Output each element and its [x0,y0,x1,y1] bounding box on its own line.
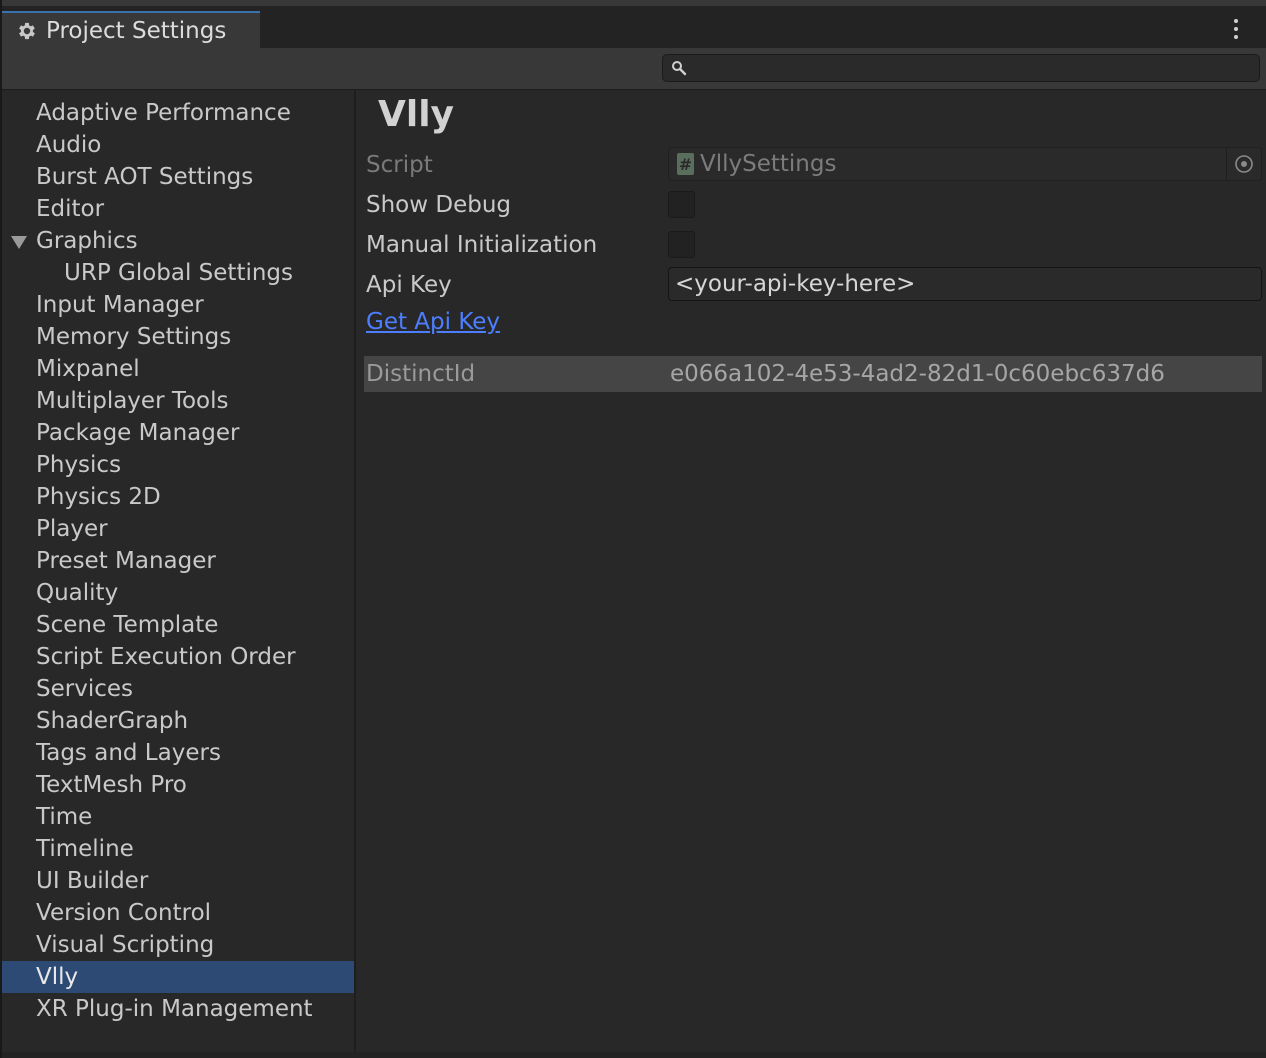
sidebar-item-multiplayer-tools[interactable]: Multiplayer Tools [2,385,354,417]
sidebar-item-label: UI Builder [36,868,149,894]
sidebar-item-urp-global-settings[interactable]: URP Global Settings [2,257,354,289]
sidebar-item-label: Mixpanel [36,356,140,382]
sidebar-item-editor[interactable]: Editor [2,193,354,225]
sidebar-item-label: Physics [36,452,122,478]
script-label: Script [366,152,433,178]
manual-initialization-row: Manual Initialization [356,227,1266,263]
sidebar-item-textmesh-pro[interactable]: TextMesh Pro [2,769,354,801]
manual-initialization-label: Manual Initialization [366,232,598,258]
sidebar-item-label: Vlly [36,964,79,990]
object-picker-icon[interactable] [1226,148,1261,180]
sidebar-item-label: Physics 2D [36,484,161,510]
sidebar-item-physics[interactable]: Physics [2,449,354,481]
window-bottom-border [2,1052,1266,1058]
settings-sidebar: Adaptive Performance Audio Burst AOT Set… [2,90,356,1052]
sidebar-item-label: URP Global Settings [64,260,294,286]
search-box[interactable] [662,54,1260,82]
distinct-id-row: DistinctId e066a102-4e53-4ad2-82d1-0c60e… [364,356,1262,392]
script-object-field[interactable]: # VllySettings [668,147,1262,181]
show-debug-checkbox[interactable] [668,191,695,218]
tab-bar: Project Settings [2,6,1266,49]
script-row: Script # VllySettings [356,147,1266,183]
settings-nav-list: Adaptive Performance Audio Burst AOT Set… [2,97,354,1025]
get-api-key-link[interactable]: Get Api Key [366,304,500,340]
api-key-row: Api Key [356,267,1266,303]
api-key-input[interactable] [668,267,1262,301]
sidebar-item-ui-builder[interactable]: UI Builder [2,865,354,897]
foldout-arrow-icon[interactable] [11,236,27,249]
sidebar-item-version-control[interactable]: Version Control [2,897,354,929]
sidebar-item-label: TextMesh Pro [36,772,187,798]
sidebar-item-label: Graphics [36,228,138,254]
more-options-icon[interactable] [1226,14,1246,44]
sidebar-item-tags-and-layers[interactable]: Tags and Layers [2,737,354,769]
sidebar-item-label: Services [36,676,133,702]
manual-initialization-checkbox[interactable] [668,231,695,258]
sidebar-item-quality[interactable]: Quality [2,577,354,609]
sidebar-item-time[interactable]: Time [2,801,354,833]
sidebar-item-physics-2d[interactable]: Physics 2D [2,481,354,513]
sidebar-item-label: Audio [36,132,102,158]
sidebar-item-adaptive-performance[interactable]: Adaptive Performance [2,97,354,129]
sidebar-item-label: Memory Settings [36,324,232,350]
sidebar-item-timeline[interactable]: Timeline [2,833,354,865]
sidebar-item-xr-plug-in-management[interactable]: XR Plug-in Management [2,993,354,1025]
sidebar-item-label: Adaptive Performance [36,100,291,126]
sidebar-item-script-execution-order[interactable]: Script Execution Order [2,641,354,673]
script-value: VllySettings [700,151,837,177]
settings-content-panel: Vlly Script # VllySettings Show Debug Ma… [356,90,1266,1052]
sidebar-item-package-manager[interactable]: Package Manager [2,417,354,449]
gear-icon [16,20,38,42]
sidebar-item-label: Visual Scripting [36,932,215,958]
sidebar-item-mixpanel[interactable]: Mixpanel [2,353,354,385]
sidebar-item-label: Editor [36,196,105,222]
sidebar-item-label: ShaderGraph [36,708,189,734]
sidebar-item-label: Scene Template [36,612,219,638]
show-debug-row: Show Debug [356,187,1266,223]
sidebar-item-label: XR Plug-in Management [36,996,313,1022]
sidebar-item-label: Multiplayer Tools [36,388,229,414]
sidebar-item-scene-template[interactable]: Scene Template [2,609,354,641]
toolbar [2,48,1266,90]
search-icon [671,60,687,76]
tab-title: Project Settings [46,18,227,44]
sidebar-item-label: Script Execution Order [36,644,296,670]
sidebar-item-burst-aot-settings[interactable]: Burst AOT Settings [2,161,354,193]
api-key-label: Api Key [366,272,452,298]
sidebar-item-shadergraph[interactable]: ShaderGraph [2,705,354,737]
sidebar-item-input-manager[interactable]: Input Manager [2,289,354,321]
sidebar-item-visual-scripting[interactable]: Visual Scripting [2,929,354,961]
sidebar-item-label: Player [36,516,108,542]
sidebar-item-vlly[interactable]: Vlly [2,961,354,993]
sidebar-item-label: Timeline [36,836,134,862]
sidebar-item-label: Package Manager [36,420,240,446]
sidebar-item-memory-settings[interactable]: Memory Settings [2,321,354,353]
sidebar-item-label: Preset Manager [36,548,216,574]
distinct-id-value: e066a102-4e53-4ad2-82d1-0c60ebc637d6 [670,361,1165,387]
sidebar-item-preset-manager[interactable]: Preset Manager [2,545,354,577]
sidebar-item-services[interactable]: Services [2,673,354,705]
sidebar-item-label: Version Control [36,900,212,926]
sidebar-item-label: Time [36,804,93,830]
tab-project-settings[interactable]: Project Settings [2,11,260,49]
project-settings-window: Project Settings Adaptive Performance Au… [2,0,1266,1058]
sidebar-item-graphics[interactable]: Graphics [2,225,354,257]
show-debug-label: Show Debug [366,192,512,218]
page-title: Vlly [378,94,455,135]
script-icon: # [677,153,694,175]
sidebar-item-label: Quality [36,580,119,606]
search-input[interactable] [687,56,1259,80]
sidebar-item-audio[interactable]: Audio [2,129,354,161]
sidebar-item-player[interactable]: Player [2,513,354,545]
sidebar-item-label: Burst AOT Settings [36,164,254,190]
distinct-id-label: DistinctId [366,361,476,387]
sidebar-item-label: Tags and Layers [36,740,221,766]
get-api-key-row: Get Api Key [356,304,1266,340]
sidebar-item-label: Input Manager [36,292,204,318]
